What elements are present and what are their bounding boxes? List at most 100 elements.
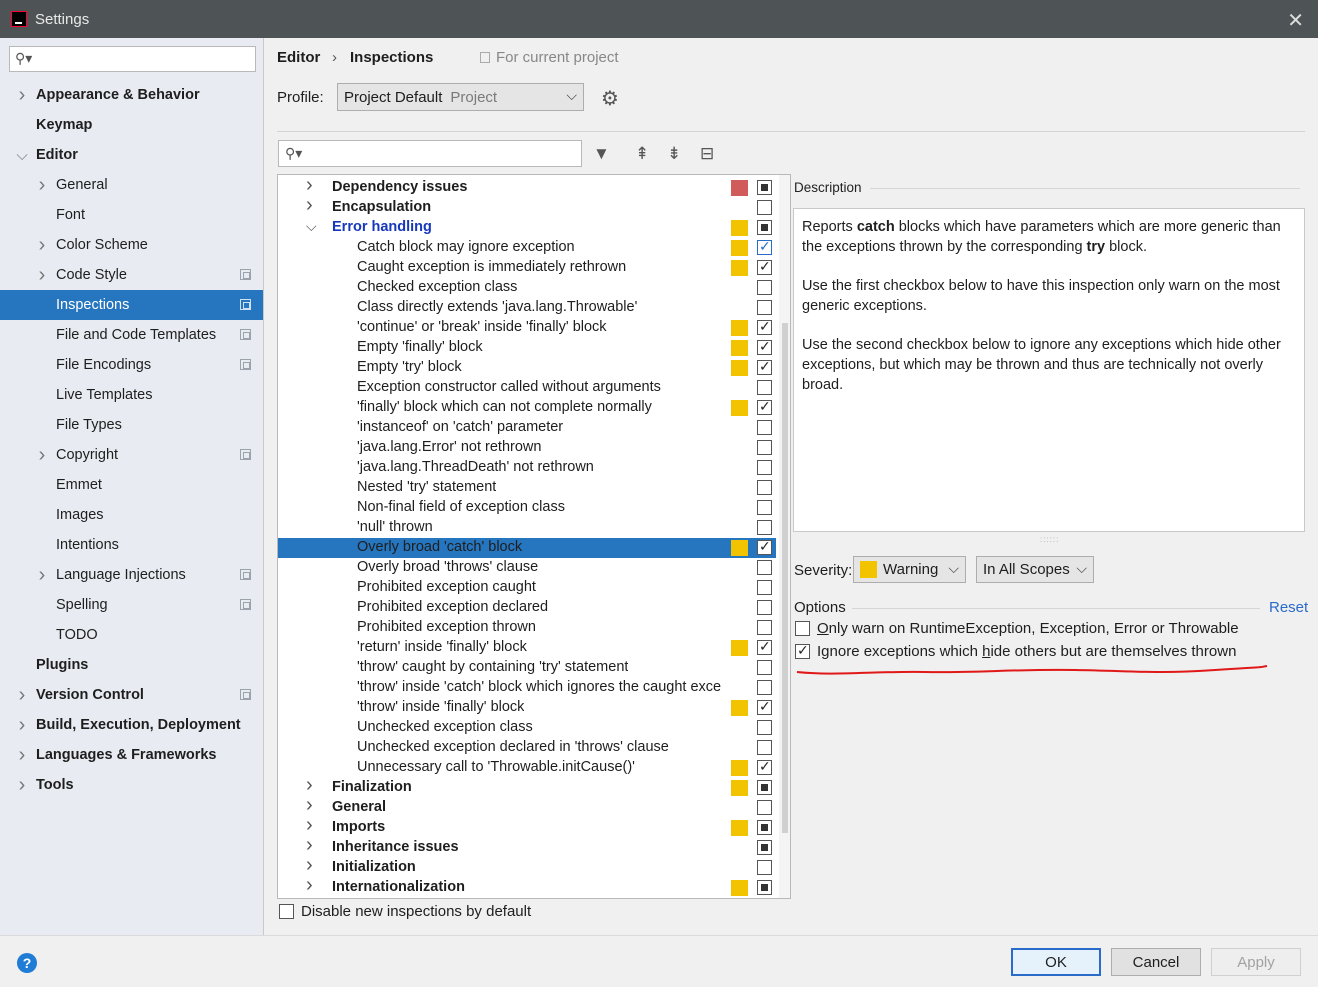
apply-button[interactable]: Apply	[1211, 948, 1301, 976]
inspection-row[interactable]: Unchecked exception declared in 'throws'…	[278, 738, 776, 758]
inspection-enabled-checkbox[interactable]	[757, 398, 772, 415]
chevron-down-icon[interactable]: ⌵	[15, 147, 29, 164]
inspection-enabled-checkbox[interactable]	[757, 258, 772, 275]
inspection-row[interactable]: 'finally' block which can not complete n…	[278, 398, 776, 418]
inspection-enabled-checkbox[interactable]	[757, 580, 772, 595]
nav-item-file-encodings[interactable]: File Encodings	[0, 350, 263, 380]
inspection-enabled-checkbox[interactable]	[757, 600, 772, 615]
reset-link[interactable]: Reset	[1269, 599, 1308, 616]
inspection-group-row[interactable]: › Inheritance issues	[278, 834, 776, 858]
inspection-row[interactable]: Unchecked exception class	[278, 718, 776, 738]
chevron-right-icon[interactable]: ›	[35, 234, 49, 257]
chevron-right-icon[interactable]: ›	[15, 84, 29, 107]
nav-item-color-scheme[interactable]: › Color Scheme	[0, 230, 263, 260]
inspection-enabled-checkbox[interactable]	[757, 698, 772, 715]
inspection-enabled-checkbox[interactable]	[757, 358, 772, 375]
scope-select[interactable]: In All Scopes ⌵	[976, 556, 1094, 583]
settings-search-input[interactable]: ⚲▾	[9, 46, 256, 72]
inspection-enabled-checkbox[interactable]	[757, 560, 772, 575]
nav-item-file-and-code-templates[interactable]: File and Code Templates	[0, 320, 263, 350]
nav-item-images[interactable]: Images	[0, 500, 263, 530]
nav-item-editor[interactable]: ⌵ Editor	[0, 140, 263, 170]
scrollbar-thumb[interactable]	[782, 323, 788, 833]
nav-item-emmet[interactable]: Emmet	[0, 470, 263, 500]
profile-select[interactable]: Project Default Project ⌵	[337, 83, 584, 111]
nav-item-general[interactable]: › General	[0, 170, 263, 200]
inspection-group-row[interactable]: › Dependency issues	[278, 175, 776, 198]
chevron-right-icon[interactable]: ›	[15, 744, 29, 767]
nav-item-languages-frameworks[interactable]: › Languages & Frameworks	[0, 740, 263, 770]
ignore-hidden-exceptions-checkbox[interactable]: Ignore exceptions which hide others but …	[795, 642, 1236, 660]
inspection-enabled-checkbox[interactable]	[757, 820, 772, 835]
chevron-right-icon[interactable]: ›	[15, 714, 29, 737]
inspection-enabled-checkbox[interactable]	[757, 840, 772, 855]
inspection-row[interactable]: Prohibited exception caught	[278, 578, 776, 598]
tree-scrollbar[interactable]	[779, 175, 790, 898]
inspection-row[interactable]: 'throw' inside 'finally' block	[278, 698, 776, 718]
chevron-right-icon[interactable]: ›	[15, 684, 29, 707]
chevron-down-icon[interactable]: ⌵	[306, 218, 317, 235]
nav-item-appearance-behavior[interactable]: › Appearance & Behavior	[0, 80, 263, 110]
inspection-enabled-checkbox[interactable]	[757, 660, 772, 675]
inspection-row[interactable]: Exception constructor called without arg…	[278, 378, 776, 398]
chevron-right-icon[interactable]: ›	[35, 444, 49, 467]
inspection-enabled-checkbox[interactable]	[757, 238, 772, 255]
chevron-right-icon[interactable]: ›	[35, 564, 49, 587]
inspection-enabled-checkbox[interactable]	[757, 318, 772, 335]
splitter-grip[interactable]: ::::::	[1040, 535, 1059, 544]
inspection-group-row[interactable]: ⌵ Error handling	[278, 218, 776, 238]
inspection-enabled-checkbox[interactable]	[757, 758, 772, 775]
inspection-row[interactable]: Catch block may ignore exception	[278, 238, 776, 258]
nav-item-todo[interactable]: TODO	[0, 620, 263, 650]
inspection-row[interactable]: 'java.lang.ThreadDeath' not rethrown	[278, 458, 776, 478]
nav-item-tools[interactable]: › Tools	[0, 770, 263, 800]
nav-item-spelling[interactable]: Spelling	[0, 590, 263, 620]
disable-new-inspections-checkbox[interactable]: Disable new inspections by default	[279, 903, 531, 920]
inspection-enabled-checkbox[interactable]	[757, 500, 772, 515]
breadcrumb-editor[interactable]: Editor	[277, 49, 320, 66]
inspection-enabled-checkbox[interactable]	[757, 280, 772, 295]
checkbox-box[interactable]	[279, 904, 294, 919]
inspection-row[interactable]: 'throw' inside 'catch' block which ignor…	[278, 678, 776, 698]
inspection-enabled-checkbox[interactable]	[757, 740, 772, 755]
inspection-group-row[interactable]: › Imports	[278, 814, 776, 838]
inspection-row[interactable]: Class directly extends 'java.lang.Throwa…	[278, 298, 776, 318]
inspection-enabled-checkbox[interactable]	[757, 300, 772, 315]
nav-item-inspections[interactable]: Inspections	[0, 290, 263, 320]
severity-select[interactable]: Warning ⌵	[853, 556, 966, 583]
checkbox-box[interactable]	[795, 642, 810, 659]
inspection-group-row[interactable]: › Internationalization	[278, 874, 776, 898]
inspection-search-input[interactable]: ⚲▾	[278, 140, 582, 167]
chevron-right-icon[interactable]: ›	[306, 194, 313, 217]
only-warn-checkbox[interactable]: Only warn on RuntimeException, Exception…	[795, 620, 1239, 637]
inspection-enabled-checkbox[interactable]	[757, 380, 772, 395]
inspection-enabled-checkbox[interactable]	[757, 520, 772, 535]
nav-item-live-templates[interactable]: Live Templates	[0, 380, 263, 410]
gear-icon[interactable]: ⚙	[601, 86, 619, 111]
nav-item-version-control[interactable]: › Version Control	[0, 680, 263, 710]
inspection-group-row[interactable]: › Finalization	[278, 774, 776, 798]
nav-item-keymap[interactable]: Keymap	[0, 110, 263, 140]
inspection-row[interactable]: 'null' thrown	[278, 518, 776, 538]
collapse-all-icon[interactable]: ⇟	[667, 144, 681, 164]
expand-all-icon[interactable]: ⇞	[635, 144, 649, 164]
inspection-row[interactable]: Empty 'try' block	[278, 358, 776, 378]
ok-button[interactable]: OK	[1011, 948, 1101, 976]
inspection-row[interactable]: Prohibited exception thrown	[278, 618, 776, 638]
inspection-enabled-checkbox[interactable]	[757, 200, 772, 215]
nav-item-build-execution-deployment[interactable]: › Build, Execution, Deployment	[0, 710, 263, 740]
inspection-enabled-checkbox[interactable]	[757, 220, 772, 235]
inspection-row[interactable]: Unnecessary call to 'Throwable.initCause…	[278, 758, 776, 778]
reset-to-default-icon[interactable]: ⊟	[700, 144, 714, 164]
inspection-enabled-checkbox[interactable]	[757, 338, 772, 355]
inspection-group-row[interactable]: › Encapsulation	[278, 194, 776, 218]
inspection-enabled-checkbox[interactable]	[757, 620, 772, 635]
inspection-enabled-checkbox[interactable]	[757, 440, 772, 455]
help-icon[interactable]: ?	[17, 953, 37, 973]
inspection-row[interactable]: Prohibited exception declared	[278, 598, 776, 618]
inspection-row[interactable]: Caught exception is immediately rethrown	[278, 258, 776, 278]
chevron-right-icon[interactable]: ›	[15, 774, 29, 797]
inspection-enabled-checkbox[interactable]	[757, 538, 772, 555]
inspection-row[interactable]: Empty 'finally' block	[278, 338, 776, 358]
inspection-enabled-checkbox[interactable]	[757, 860, 772, 875]
